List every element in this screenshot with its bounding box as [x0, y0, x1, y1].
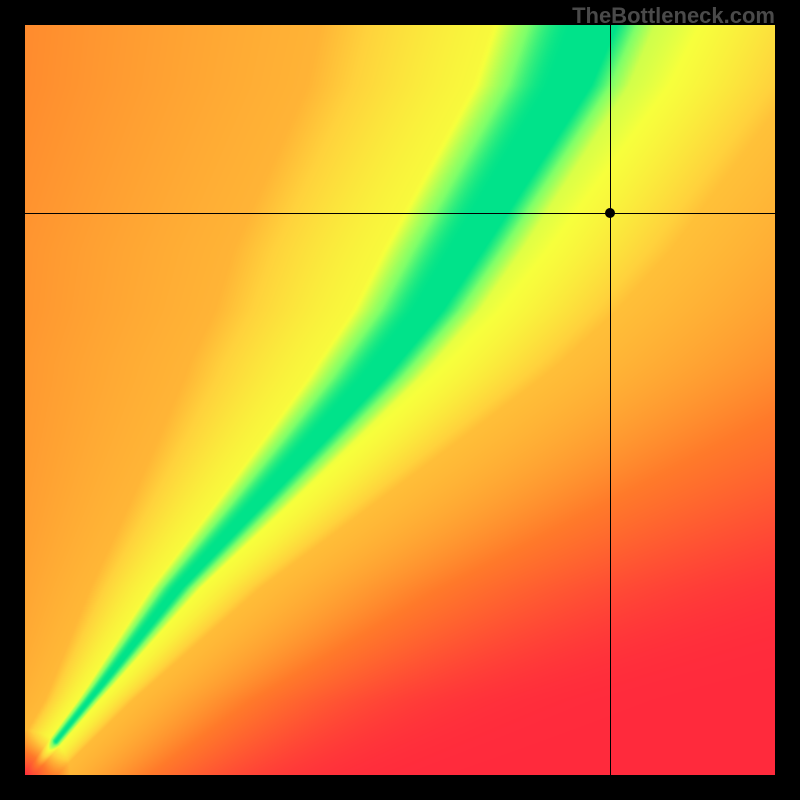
heatmap-canvas [25, 25, 775, 775]
heatmap-frame [25, 25, 775, 775]
data-point-marker [605, 208, 615, 218]
crosshair-horizontal [25, 213, 775, 214]
crosshair-vertical [610, 25, 611, 775]
watermark-text: TheBottleneck.com [572, 3, 775, 29]
